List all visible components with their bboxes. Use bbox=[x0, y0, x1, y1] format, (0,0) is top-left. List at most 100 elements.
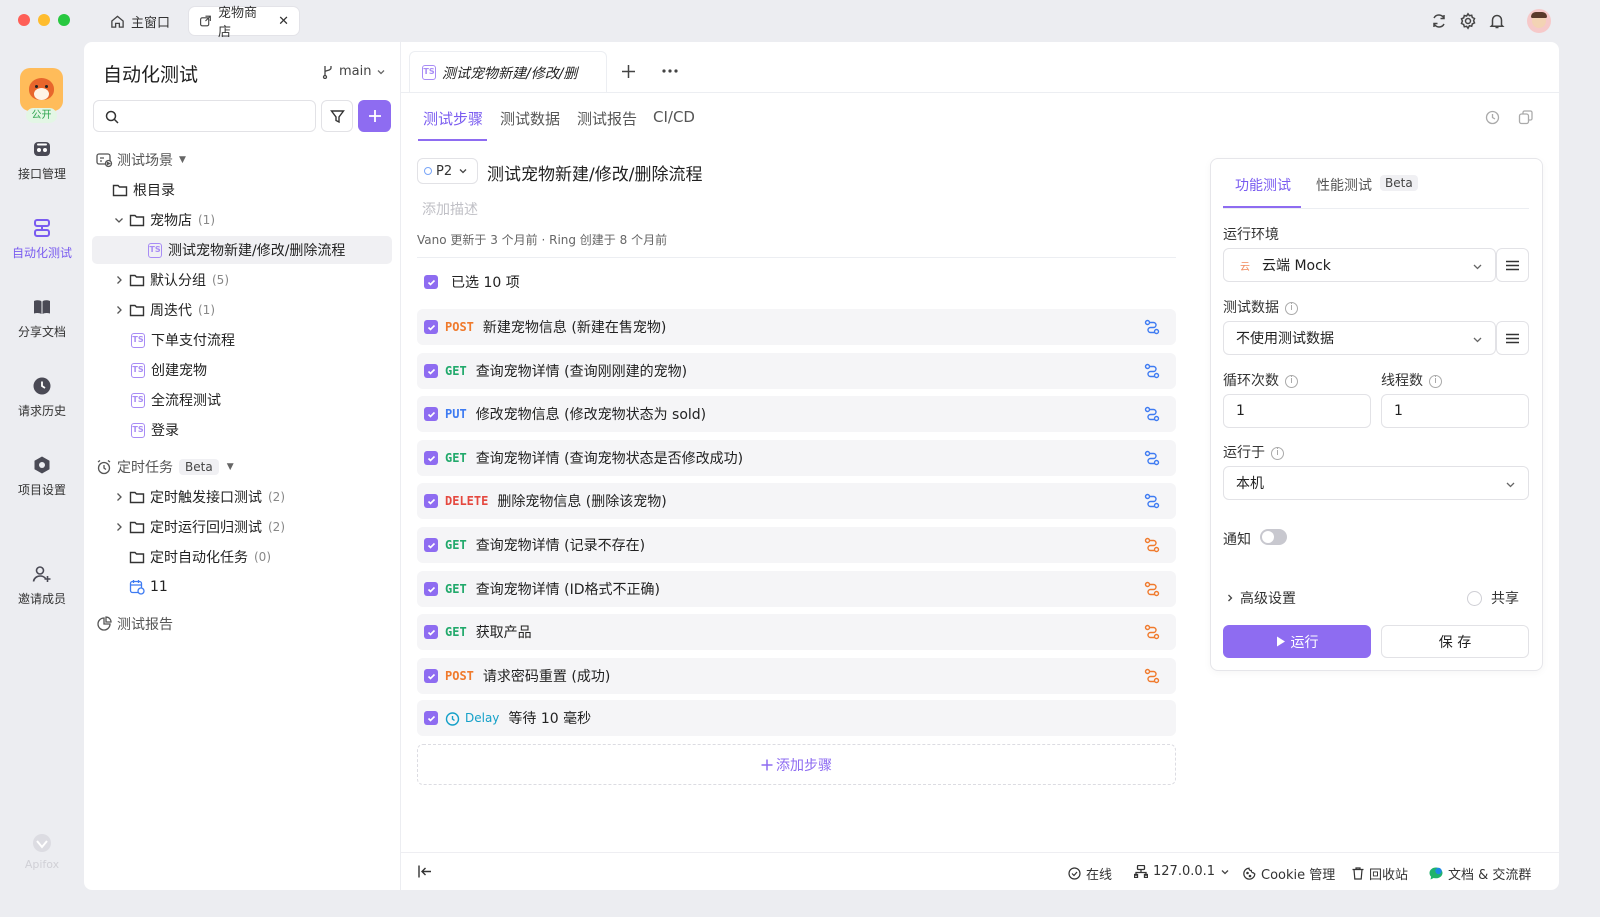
tree-item-selected-scenario[interactable]: TS 测试宠物新建/修改/删除流程 bbox=[92, 236, 392, 264]
tab-test-data[interactable]: 测试数据 bbox=[500, 108, 560, 129]
scheduled-item-interface[interactable]: 定时触发接口测试 (2) bbox=[92, 483, 392, 511]
tab-ci-cd[interactable]: CI/CD bbox=[653, 108, 695, 126]
tab-performance-test[interactable]: 性能测试 bbox=[1316, 175, 1372, 195]
description-input[interactable]: 添加描述 bbox=[422, 199, 478, 219]
collapse-sidebar-icon[interactable] bbox=[418, 865, 432, 878]
share-checkbox[interactable]: 共享 bbox=[1467, 588, 1519, 608]
more-tabs-icon[interactable] bbox=[662, 69, 678, 73]
run-button[interactable]: 运行 bbox=[1223, 625, 1371, 658]
add-button[interactable] bbox=[358, 100, 391, 132]
close-tab-icon[interactable]: ✕ bbox=[278, 14, 289, 29]
notify-toggle[interactable] bbox=[1260, 529, 1287, 545]
tab-test-report[interactable]: 测试报告 bbox=[577, 108, 637, 129]
reference-link-icon[interactable] bbox=[1144, 319, 1160, 335]
step-delay[interactable]: Delay 等待 10 毫秒 bbox=[417, 700, 1176, 736]
thread-count-input[interactable]: 1 bbox=[1381, 394, 1529, 428]
tab-functional-test[interactable]: 功能测试 bbox=[1235, 175, 1291, 195]
tree-item-login[interactable]: TS 登录 bbox=[92, 416, 392, 444]
ip-selector[interactable]: 127.0.0.1 bbox=[1134, 864, 1230, 879]
step-checkbox[interactable] bbox=[424, 538, 438, 552]
advanced-settings-toggle[interactable]: 高级设置 bbox=[1225, 588, 1296, 608]
scheduled-tasks-header[interactable]: 定时任务 Beta ▼ bbox=[92, 453, 392, 481]
share-checkbox-box[interactable] bbox=[1467, 590, 1482, 606]
project-tab[interactable]: 宠物商店 ✕ bbox=[189, 6, 299, 40]
settings-gear-icon[interactable] bbox=[1459, 12, 1477, 30]
maximize-window-button[interactable] bbox=[58, 14, 70, 26]
save-button[interactable]: 保 存 bbox=[1381, 625, 1529, 658]
copy-link-icon[interactable] bbox=[1144, 537, 1160, 553]
run-on-select[interactable]: 本机 bbox=[1223, 466, 1529, 500]
rail-item-automation[interactable]: 自动化测试 bbox=[0, 217, 84, 261]
step-row[interactable]: GET 查询宠物详情 (ID格式不正确) bbox=[417, 571, 1176, 607]
bell-icon[interactable] bbox=[1488, 12, 1506, 30]
scheduled-item-regression[interactable]: 定时运行回归测试 (2) bbox=[92, 513, 392, 541]
copy-link-icon[interactable] bbox=[1144, 624, 1160, 640]
tree-item-root[interactable]: 根目录 bbox=[92, 176, 392, 204]
docs-community-link[interactable]: 文档 & 交流群 bbox=[1429, 864, 1531, 883]
step-checkbox[interactable] bbox=[424, 494, 438, 508]
branch-selector[interactable]: main bbox=[322, 64, 386, 79]
rail-item-api[interactable]: 接口管理 bbox=[0, 138, 84, 182]
rail-item-history[interactable]: 请求历史 bbox=[0, 375, 84, 419]
cookie-manager[interactable]: Cookie 管理 bbox=[1243, 864, 1335, 883]
scheduled-item-11[interactable]: 11 bbox=[92, 573, 392, 601]
rail-item-invite[interactable]: 邀请成员 bbox=[0, 563, 84, 607]
reference-link-icon[interactable] bbox=[1144, 363, 1160, 379]
select-all-row[interactable]: 已选 10 项 bbox=[417, 270, 520, 294]
scheduled-item-automation[interactable]: 定时自动化任务 (0) bbox=[92, 543, 392, 571]
step-row[interactable]: DELETE 删除宠物信息 (删除该宠物) bbox=[417, 483, 1176, 519]
add-step-button[interactable]: 添加步骤 bbox=[417, 744, 1176, 785]
tree-item-weekly[interactable]: 周迭代 (1) bbox=[92, 296, 392, 324]
step-checkbox[interactable] bbox=[424, 669, 438, 683]
step-row[interactable]: GET 查询宠物详情 (查询宠物状态是否修改成功) bbox=[417, 440, 1176, 476]
trash-link[interactable]: 回收站 bbox=[1352, 864, 1408, 883]
home-tab[interactable]: 主窗口 bbox=[100, 7, 180, 35]
test-scenes-header[interactable]: 测试场景 ▼ bbox=[92, 146, 392, 174]
reference-link-icon[interactable] bbox=[1144, 406, 1160, 422]
step-row[interactable]: POST 请求密码重置 (成功) bbox=[417, 658, 1176, 694]
step-checkbox[interactable] bbox=[424, 582, 438, 596]
step-checkbox[interactable] bbox=[424, 407, 438, 421]
reference-link-icon[interactable] bbox=[1144, 493, 1160, 509]
tree-item-default-group[interactable]: 默认分组 (5) bbox=[92, 266, 392, 294]
copy-link-icon[interactable] bbox=[1144, 668, 1160, 684]
step-row[interactable]: PUT 修改宠物信息 (修改宠物状态为 sold) bbox=[417, 396, 1176, 432]
step-row[interactable]: POST 新建宠物信息 (新建在售宠物) bbox=[417, 309, 1176, 345]
sync-icon[interactable] bbox=[1430, 12, 1448, 30]
step-checkbox[interactable] bbox=[424, 364, 438, 378]
step-checkbox[interactable] bbox=[424, 451, 438, 465]
env-manage-button[interactable] bbox=[1496, 248, 1529, 282]
tab-test-steps[interactable]: 测试步骤 bbox=[423, 108, 483, 129]
step-row[interactable]: GET 获取产品 bbox=[417, 614, 1176, 650]
copy-link-icon[interactable] bbox=[1518, 110, 1533, 125]
tree-item-order-payment[interactable]: TS 下单支付流程 bbox=[92, 326, 392, 354]
step-row[interactable]: GET 查询宠物详情 (记录不存在) bbox=[417, 527, 1176, 563]
priority-selector[interactable]: P2 bbox=[417, 158, 478, 184]
rail-item-settings[interactable]: 项目设置 bbox=[0, 454, 84, 498]
reference-link-icon[interactable] bbox=[1144, 450, 1160, 466]
tree-item-create-pet[interactable]: TS 创建宠物 bbox=[92, 356, 392, 384]
copy-link-icon[interactable] bbox=[1144, 581, 1160, 597]
select-all-checkbox[interactable] bbox=[424, 275, 438, 289]
sidebar-search-input[interactable] bbox=[93, 100, 316, 132]
project-logo[interactable] bbox=[20, 68, 63, 111]
minimize-window-button[interactable] bbox=[38, 14, 50, 26]
env-select[interactable]: 云 云端 Mock bbox=[1223, 248, 1496, 282]
new-tab-plus-icon[interactable] bbox=[621, 64, 636, 79]
scenario-title[interactable]: 测试宠物新建/修改/删除流程 bbox=[487, 160, 702, 185]
step-checkbox[interactable] bbox=[424, 711, 438, 725]
user-avatar[interactable] bbox=[1527, 9, 1551, 33]
filter-button[interactable] bbox=[321, 100, 353, 132]
tree-item-petstore[interactable]: 宠物店 (1) bbox=[92, 206, 392, 234]
rail-item-docs[interactable]: 分享文档 bbox=[0, 296, 84, 340]
online-status[interactable]: 在线 bbox=[1068, 864, 1112, 883]
history-icon[interactable] bbox=[1485, 110, 1500, 125]
test-report-link[interactable]: 测试报告 bbox=[92, 610, 392, 638]
close-window-button[interactable] bbox=[18, 14, 30, 26]
test-data-select[interactable]: 不使用测试数据 bbox=[1223, 321, 1496, 355]
test-data-manage-button[interactable] bbox=[1496, 321, 1529, 355]
step-checkbox[interactable] bbox=[424, 625, 438, 639]
loop-count-input[interactable]: 1 bbox=[1223, 394, 1371, 428]
scenario-doc-tab[interactable]: TS 测试宠物新建/修改/删 bbox=[409, 51, 607, 93]
tree-item-full-flow[interactable]: TS 全流程测试 bbox=[92, 386, 392, 414]
